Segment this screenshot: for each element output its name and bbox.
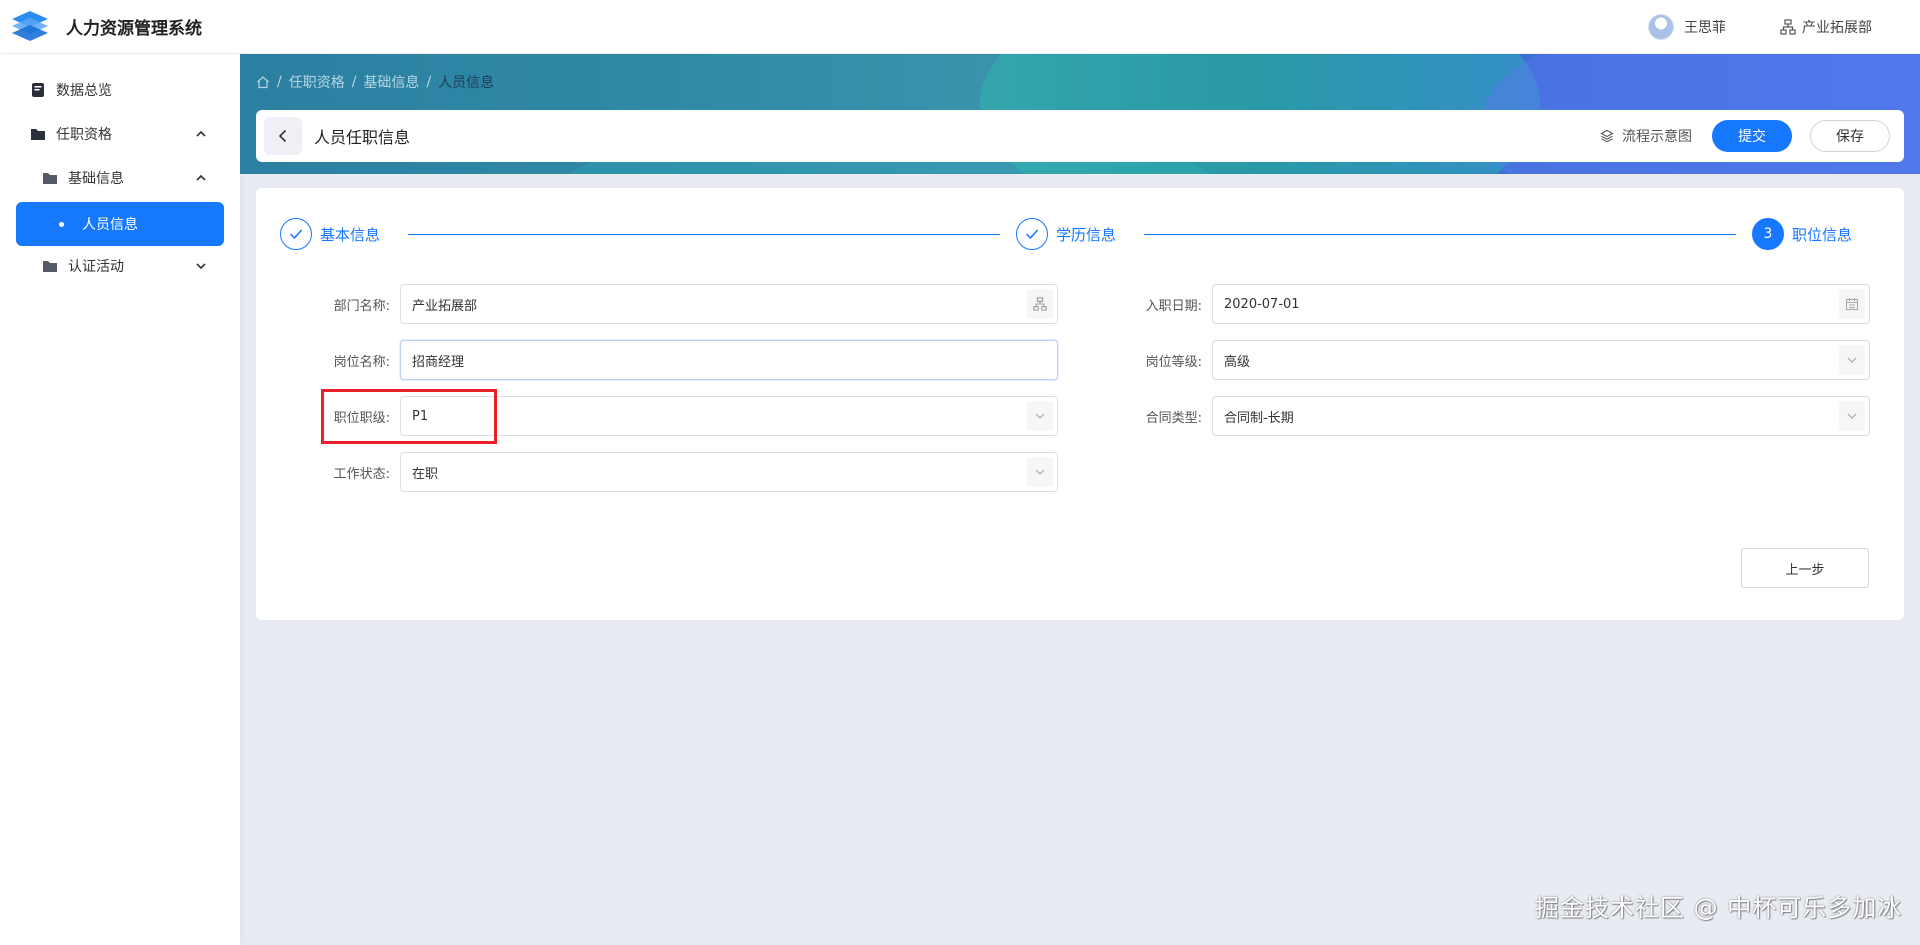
sidebar-item-certification[interactable]: 认证活动	[16, 244, 224, 288]
field-label: 工作状态:	[333, 466, 390, 482]
form-row-department: 部门名称: 产业拓展部	[290, 284, 1058, 324]
rank-select[interactable]: P1	[400, 396, 1058, 436]
field-value: 在职	[412, 466, 439, 482]
step-connector	[408, 234, 1000, 235]
page-title: 人员任职信息	[314, 128, 411, 147]
post-level-select[interactable]: 高级	[1212, 340, 1870, 380]
field-value: 招商经理	[412, 354, 465, 370]
step-education[interactable]: 学历信息	[1016, 218, 1116, 250]
form-row-hire-date: 入职日期: 2020-07-01	[1102, 284, 1870, 324]
flow-diagram-link[interactable]: 流程示意图	[1600, 126, 1692, 146]
submit-button[interactable]: 提交	[1712, 120, 1792, 152]
sidebar-item-label: 基础信息	[68, 171, 124, 187]
field-label: 岗位名称:	[333, 354, 390, 370]
folder-icon	[31, 129, 45, 140]
field-label: 岗位等级:	[1145, 354, 1202, 370]
field-value: 2020-07-01	[1224, 296, 1300, 312]
top-header: 人力资源管理系统 王思菲 产业拓展部	[0, 0, 1920, 54]
highlight-annotation	[321, 389, 497, 444]
sidebar-item-qualification[interactable]: 任职资格	[16, 112, 224, 156]
form-row-contract-type: 合同类型: 合同制-长期	[1102, 396, 1870, 436]
sidebar-item-label: 认证活动	[68, 259, 124, 275]
field-label: 部门名称:	[333, 298, 390, 314]
breadcrumb-separator: /	[426, 74, 432, 90]
post-name-input[interactable]: 招商经理	[400, 340, 1058, 380]
chevron-up-icon	[196, 130, 206, 137]
sidebar-item-overview[interactable]: 数据总览	[16, 68, 224, 112]
contract-type-select[interactable]: 合同制-长期	[1212, 396, 1870, 436]
dept-name: 产业拓展部	[1802, 19, 1872, 36]
avatar	[1648, 13, 1674, 40]
chevron-left-icon	[278, 129, 287, 143]
watermark: 掘金技术社区 @ 中杯可乐多加冰	[1535, 894, 1903, 922]
home-icon[interactable]	[256, 75, 270, 89]
step-basic-info[interactable]: 基本信息	[280, 218, 380, 250]
chevron-down-icon	[1027, 401, 1053, 431]
steps: 基本信息 学历信息 3 职位信息	[280, 218, 1880, 250]
check-icon	[280, 218, 312, 250]
layers-icon	[1600, 129, 1614, 143]
sidebar: 数据总览 任职资格 基础信息 人员信息 认证活动	[0, 54, 240, 945]
form-card: 基本信息 学历信息 3 职位信息 部门名称: 产业拓展部 岗位名称: 招商经理 …	[256, 188, 1904, 620]
breadcrumb: / 任职资格 / 基础信息 / 人员信息	[256, 72, 494, 92]
department-field[interactable]: 产业拓展部	[400, 284, 1058, 324]
save-button[interactable]: 保存	[1810, 120, 1890, 152]
breadcrumb-separator: /	[351, 74, 357, 90]
work-status-select[interactable]: 在职	[400, 452, 1058, 492]
dept-switch[interactable]: 产业拓展部	[1780, 17, 1872, 37]
title-bar: 人员任职信息 流程示意图 提交 保存	[256, 110, 1904, 162]
breadcrumb-item[interactable]: 任职资格	[289, 72, 345, 92]
previous-step-button[interactable]: 上一步	[1741, 548, 1869, 588]
field-value: 高级	[1224, 354, 1251, 370]
user-menu[interactable]: 王思菲	[1648, 13, 1726, 40]
flow-diagram-label: 流程示意图	[1622, 129, 1692, 145]
step-connector	[1144, 234, 1736, 235]
chevron-down-icon	[1839, 345, 1865, 375]
sidebar-item-label: 人员信息	[82, 217, 138, 233]
sidebar-item-basic-info[interactable]: 基础信息	[16, 156, 224, 200]
chevron-down-icon	[1027, 457, 1053, 487]
chevron-up-icon	[196, 174, 206, 181]
logo-icon	[12, 10, 48, 41]
chevron-down-icon	[1839, 401, 1865, 431]
step-label: 学历信息	[1056, 225, 1117, 244]
breadcrumb-current: 人员信息	[438, 75, 495, 91]
folder-icon	[43, 173, 57, 184]
field-value: 产业拓展部	[412, 298, 478, 314]
dashboard-icon	[32, 83, 44, 97]
bullet-icon	[59, 221, 64, 227]
step-position[interactable]: 3 职位信息	[1752, 218, 1852, 250]
calendar-icon[interactable]	[1839, 289, 1865, 319]
step-number: 3	[1752, 218, 1784, 250]
step-label: 职位信息	[1792, 225, 1853, 244]
form-row-post-name: 岗位名称: 招商经理	[290, 340, 1058, 380]
field-label: 合同类型:	[1145, 410, 1202, 426]
app-title: 人力资源管理系统	[66, 19, 202, 39]
breadcrumb-item[interactable]: 基础信息	[363, 72, 419, 92]
hire-date-picker[interactable]: 2020-07-01	[1212, 284, 1870, 324]
org-icon[interactable]	[1027, 289, 1053, 319]
back-button[interactable]	[264, 117, 302, 155]
folder-icon	[43, 261, 57, 272]
sidebar-item-personnel[interactable]: 人员信息	[16, 202, 224, 246]
chevron-down-icon	[196, 263, 206, 270]
org-icon	[1780, 18, 1796, 35]
check-icon	[1016, 218, 1048, 250]
user-name: 王思菲	[1684, 19, 1726, 36]
sidebar-item-label: 数据总览	[56, 83, 112, 99]
field-label: 入职日期:	[1145, 298, 1202, 314]
step-label: 基本信息	[320, 225, 381, 244]
form-row-post-level: 岗位等级: 高级	[1102, 340, 1870, 380]
field-value: 合同制-长期	[1224, 410, 1294, 426]
form-row-work-status: 工作状态: 在职	[290, 452, 1058, 492]
sidebar-item-label: 任职资格	[56, 127, 112, 143]
breadcrumb-separator: /	[277, 74, 282, 90]
